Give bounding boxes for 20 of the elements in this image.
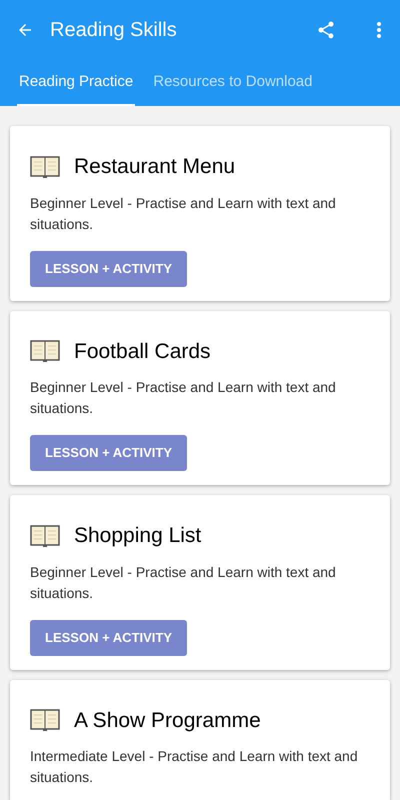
lesson-activity-button[interactable]: LESSON + ACTIVITY xyxy=(30,435,188,471)
card-description: Intermediate Level - Practise and Learn with text and situations. xyxy=(30,747,359,787)
card-title: Shopping List xyxy=(74,523,202,549)
book-icon xyxy=(30,524,60,547)
lesson-activity-button[interactable]: LESSON + ACTIVITY xyxy=(30,620,188,656)
share-icon[interactable] xyxy=(316,20,336,40)
book-icon xyxy=(30,156,60,178)
card-description: Beginner Level - Practise and Learn with text and situations. xyxy=(30,378,337,418)
book-icon xyxy=(30,709,60,732)
tab[interactable]: Reading Practice xyxy=(17,60,136,106)
app-title: Reading Skills xyxy=(50,18,177,43)
card-title: A Show Programme xyxy=(74,708,261,734)
card-description: Beginner Level - Practise and Learn with text and situations. xyxy=(30,562,337,602)
card-description: Beginner Level - Practise and Learn with text and situations. xyxy=(30,194,337,234)
book-icon xyxy=(30,340,60,362)
more-options-icon[interactable] xyxy=(376,21,382,39)
lesson-activity-button[interactable]: LESSON + ACTIVITY xyxy=(30,250,188,286)
card-title: Football Cards xyxy=(74,338,211,364)
card-title: Restaurant Menu xyxy=(74,154,236,180)
tab[interactable]: Resources to Download xyxy=(151,60,314,106)
